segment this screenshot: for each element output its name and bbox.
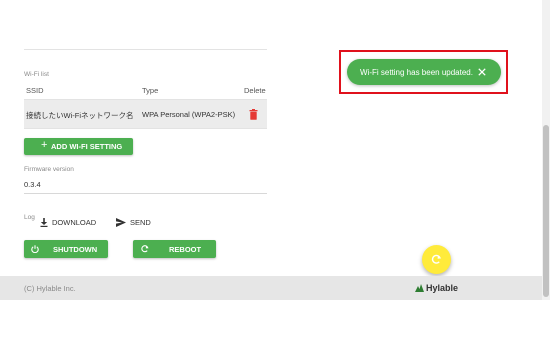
reboot-button[interactable]: REBOOT [133,240,216,258]
power-icon [31,245,39,253]
firmware-version-value: 0.3.4 [24,180,41,189]
send-button[interactable]: SEND [116,217,151,227]
top-strip [0,0,542,49]
download-label: DOWNLOAD [52,217,97,227]
add-wifi-setting-label: ADD WI-FI SETTING [51,142,123,151]
close-icon[interactable] [478,68,486,76]
shutdown-button[interactable]: SHUTDOWN [24,240,108,258]
ssid-cell: 接続したいWi-Fiネットワーク名 [26,111,134,120]
scrollbar-thumb[interactable] [543,125,549,297]
firmware-divider [24,193,267,194]
wifi-table-header: SSID Type Delete [24,80,267,100]
footer: (C) Hylable Inc. Hylable [0,276,542,300]
send-icon [116,217,126,227]
reboot-label: REBOOT [169,245,202,254]
settings-page: Wi-Fi list SSID Type Delete 接続したいWi-Fiネッ… [0,0,550,350]
refresh-icon [431,254,442,264]
toast-notification: Wi-Fi setting has been updated. [347,59,501,85]
type-cell: WPA Personal (WPA2-PSK) [142,110,236,119]
toast-message: Wi-Fi setting has been updated. [360,68,473,77]
download-icon [40,217,48,227]
delete-icon[interactable] [249,109,258,120]
hylable-logo: Hylable [415,283,458,293]
wifi-table: SSID Type Delete 接続したいWi-Fiネットワーク名 WPA P… [24,80,267,129]
send-label: SEND [130,217,151,227]
table-row: 接続したいWi-Fiネットワーク名 WPA Personal (WPA2-PSK… [24,100,267,129]
add-wifi-setting-button[interactable]: + ADD WI-FI SETTING [24,138,133,155]
plus-icon: + [41,139,48,151]
logo-text: Hylable [426,283,459,293]
column-header-type: Type [142,86,159,95]
download-button[interactable]: DOWNLOAD [40,217,96,227]
column-header-delete: Delete [244,86,266,95]
firmware-version-label: Firmware version [24,166,74,173]
refresh-fab[interactable] [422,245,451,274]
column-header-ssid: SSID [26,86,44,95]
copyright-text: (C) Hylable Inc. [24,284,76,293]
log-label: Log [24,214,35,221]
wifi-list-label: Wi-Fi list [24,71,49,78]
shutdown-label: SHUTDOWN [53,245,98,254]
logo-mark-icon [415,284,424,292]
refresh-icon [141,245,149,253]
